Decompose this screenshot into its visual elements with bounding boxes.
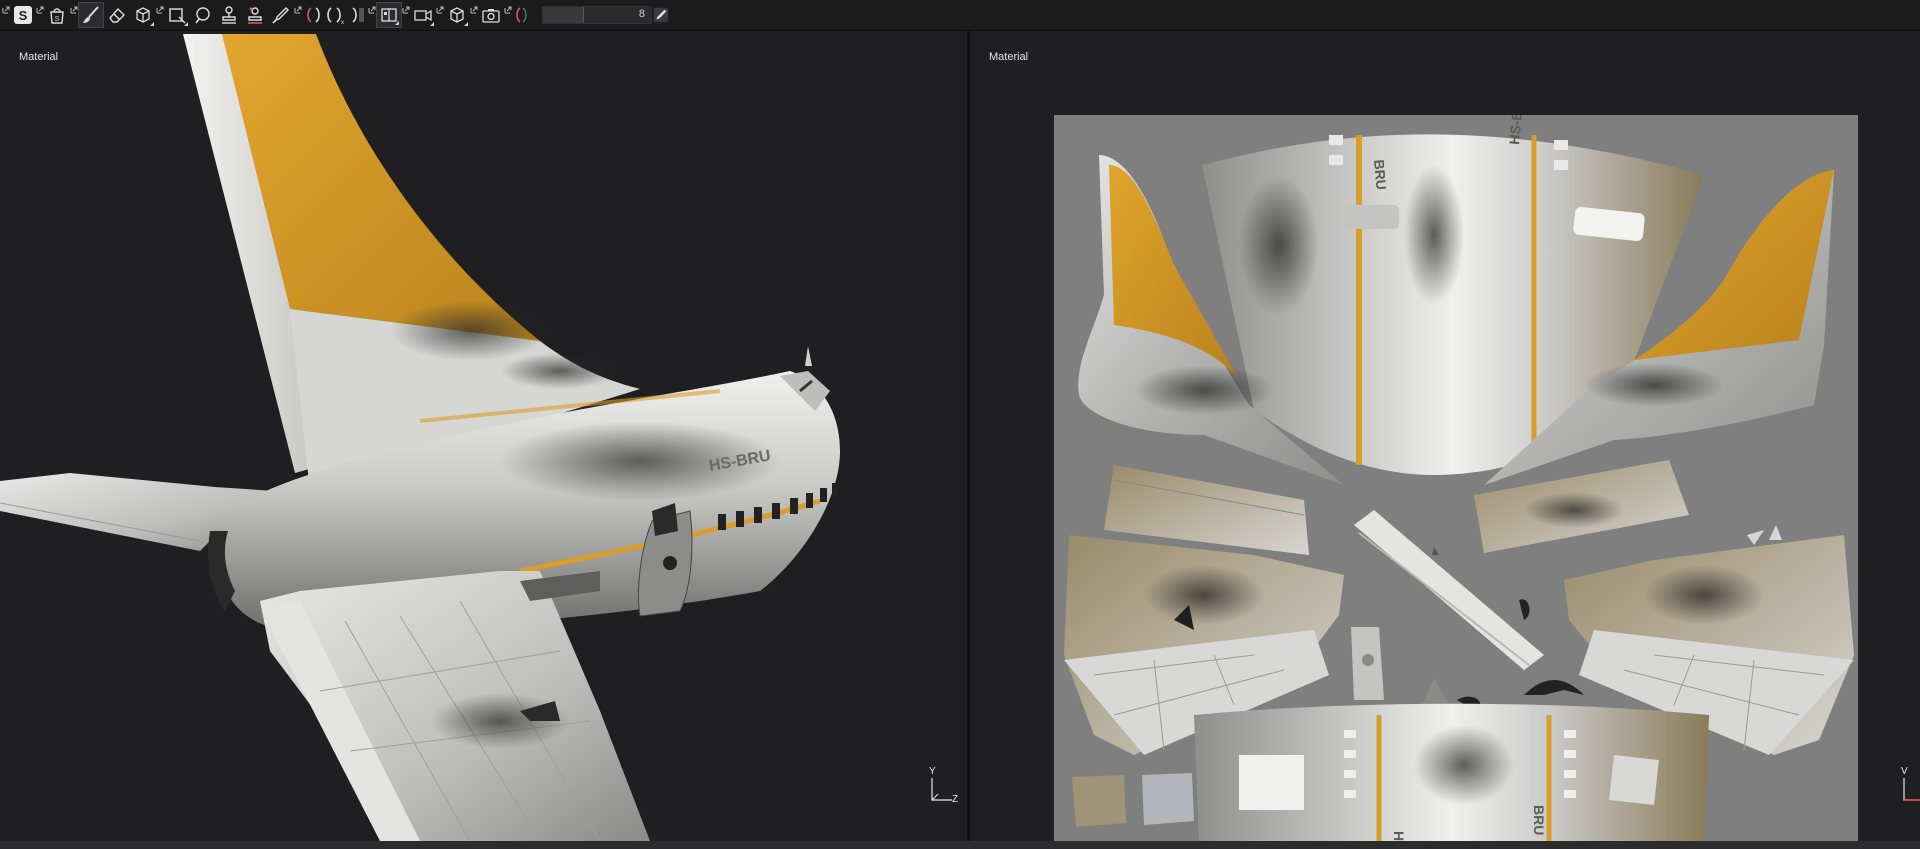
uv-axis-gizmo: V (1898, 766, 1920, 808)
brush-size-divider (583, 7, 584, 23)
axis-gizmo: Y Z (926, 766, 962, 808)
shelf-bag-icon[interactable]: S (44, 2, 70, 28)
camera-video-icon[interactable] (410, 2, 436, 28)
axis-y-label: Y (929, 766, 936, 777)
substance-logo-icon[interactable]: S (10, 2, 36, 28)
toolbar: S S x 8 (0, 0, 1920, 31)
symmetry-icon[interactable] (302, 2, 324, 28)
uv-registration-right: HS-B (1506, 115, 1525, 145)
popout-icon[interactable] (36, 2, 44, 28)
axis-v-label: V (1901, 766, 1908, 777)
symmetry-mirror-icon[interactable] (346, 2, 368, 28)
viewport-2d[interactable]: Material BRU HS-B HS BRU V (970, 31, 1920, 841)
polygon-fill-icon[interactable] (164, 2, 190, 28)
brush-size-value[interactable]: 8 (639, 8, 645, 20)
uv-texture-canvas[interactable]: BRU HS-B HS BRU (1054, 110, 1858, 841)
symmetry-x-icon[interactable]: x (324, 2, 346, 28)
uv-registration-bottom-right: BRU (1531, 805, 1547, 835)
material-picker-icon[interactable] (242, 2, 268, 28)
brush-size-slider[interactable]: 8 (542, 6, 652, 24)
popout-icon[interactable] (294, 2, 302, 28)
popout-icon[interactable] (436, 2, 444, 28)
viewport-2d-label: Material (989, 51, 1029, 63)
svg-text:S: S (55, 16, 60, 23)
clone-stamp-icon[interactable] (216, 2, 242, 28)
aircraft-3d-model[interactable]: HS-BRU (0, 31, 967, 841)
layout-viewports-icon[interactable] (376, 2, 402, 28)
popout-icon[interactable] (70, 2, 78, 28)
uv-registration-bottom-left: HS (1391, 831, 1407, 841)
svg-text:S: S (19, 8, 28, 23)
color-picker-icon[interactable] (268, 2, 294, 28)
paint-brush-icon[interactable] (78, 2, 104, 28)
popout-icon[interactable] (156, 2, 164, 28)
brush-size-track (543, 7, 583, 23)
brush-pressure-icon[interactable] (512, 2, 532, 28)
smudge-icon[interactable] (190, 2, 216, 28)
uv-islands[interactable]: BRU HS-B HS BRU (1054, 110, 1858, 841)
screenshot-camera-icon[interactable] (478, 2, 504, 28)
uv-axis-lines (1903, 778, 1920, 801)
svg-text:x: x (341, 20, 344, 25)
pen-icon[interactable] (652, 2, 670, 28)
eraser-icon[interactable] (104, 2, 130, 28)
popout-icon[interactable] (504, 2, 512, 28)
projection-icon[interactable] (130, 2, 156, 28)
viewport-3d[interactable]: Material HS-BRU Y Z (0, 31, 967, 841)
status-strip (0, 841, 1920, 849)
popout-icon[interactable] (402, 2, 410, 28)
axis-z-label: Z (952, 794, 959, 805)
popout-icon[interactable] (470, 2, 478, 28)
popout-icon[interactable] (2, 2, 10, 28)
cube-view-icon[interactable] (444, 2, 470, 28)
popout-icon[interactable] (368, 2, 376, 28)
uv-registration-left: BRU (1371, 159, 1390, 191)
